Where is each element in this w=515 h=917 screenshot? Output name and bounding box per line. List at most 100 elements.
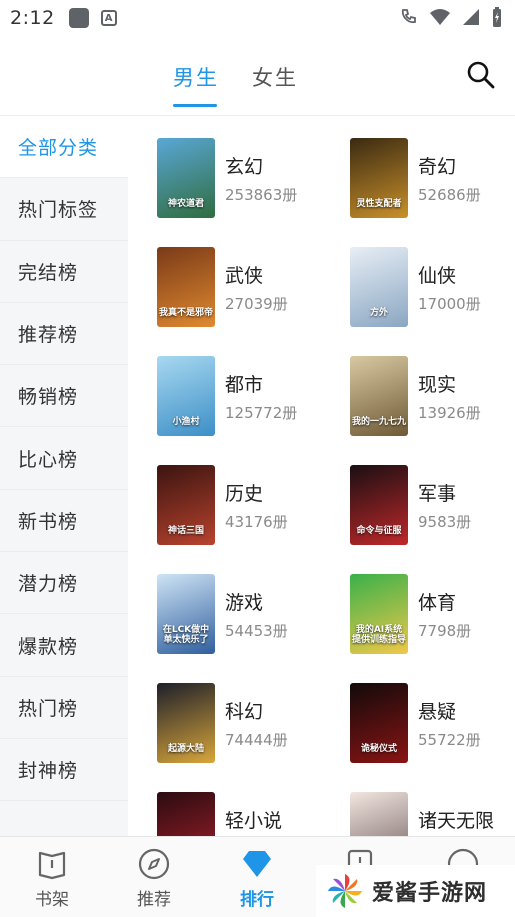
wifi-call-icon xyxy=(401,9,416,24)
book-cover xyxy=(157,792,215,836)
side-item-heart[interactable]: 比心榜 xyxy=(0,427,128,490)
nav-bookshelf[interactable]: 书架 xyxy=(12,847,92,913)
category-name: 武侠 xyxy=(225,265,264,287)
category-name: 悬疑 xyxy=(418,701,457,723)
category-name: 科幻 xyxy=(225,701,264,723)
category-card[interactable]: 神话三国 历史 43176册 xyxy=(157,465,337,550)
side-item-all-categories[interactable]: 全部分类 xyxy=(0,116,128,179)
category-count: 55722册 xyxy=(418,731,481,749)
cover-title: 命令与征服 xyxy=(356,526,402,537)
category-count: 17000册 xyxy=(418,295,481,313)
category-count: 27039册 xyxy=(225,295,288,313)
nav-ranking[interactable]: 排行 xyxy=(217,847,297,913)
category-name: 都市 xyxy=(225,374,264,396)
book-cover: 神话三国 xyxy=(157,465,215,545)
watermark: 爱酱手游网 xyxy=(316,865,515,917)
category-name: 轻小说 xyxy=(225,810,283,832)
category-count: 125772册 xyxy=(225,404,298,422)
watermark-text: 爱酱手游网 xyxy=(372,881,488,906)
side-item-recommended[interactable]: 推荐榜 xyxy=(0,303,128,366)
diamond-icon xyxy=(243,851,271,877)
category-grid: 神农道君 玄幻 253863册 灵性支配者 奇幻 52686册 我真不是邪帝 武… xyxy=(128,116,515,836)
gender-tab-bar: 男生 女生 xyxy=(0,36,515,116)
cover-title: 小渔村 xyxy=(172,417,200,428)
cover-title: 起源大陆 xyxy=(167,744,204,755)
category-card[interactable]: 神农道君 玄幻 253863册 xyxy=(157,138,337,223)
tab-female[interactable]: 女生 xyxy=(252,62,298,92)
status-time: 2:12 xyxy=(10,7,55,29)
side-item-legend[interactable]: 封神榜 xyxy=(0,739,128,802)
cover-title: 灵性支配者 xyxy=(356,199,402,210)
compass-icon xyxy=(138,848,170,880)
status-bar: 2:12 A xyxy=(0,0,515,36)
nav-recommend[interactable]: 推荐 xyxy=(114,847,194,913)
side-item-bestseller[interactable]: 畅销榜 xyxy=(0,365,128,428)
side-item-hot-tags[interactable]: 热门标签 xyxy=(0,178,128,241)
category-name: 玄幻 xyxy=(225,156,264,178)
category-count: 253863册 xyxy=(225,186,298,204)
category-card[interactable]: 诸天无限 xyxy=(350,792,515,836)
category-card[interactable]: 起源大陆 科幻 74444册 xyxy=(157,683,337,768)
app-notification-icon xyxy=(68,8,89,28)
side-item-new-books[interactable]: 新书榜 xyxy=(0,490,128,553)
category-card[interactable]: 方外 仙侠 17000册 xyxy=(350,247,515,332)
category-count: 9583册 xyxy=(418,513,472,531)
cover-title: 我的一九七九 xyxy=(352,417,407,428)
category-card[interactable]: 小渔村 都市 125772册 xyxy=(157,356,337,441)
cover-title: 神农道君 xyxy=(167,199,204,210)
category-card[interactable]: 诡秘仪式 悬疑 55722册 xyxy=(350,683,515,768)
pinwheel-logo-icon xyxy=(328,874,362,908)
status-icons xyxy=(399,6,503,28)
category-name: 游戏 xyxy=(225,592,264,614)
battery-icon xyxy=(493,7,501,27)
category-count: 13926册 xyxy=(418,404,481,422)
book-cover: 命令与征服 xyxy=(350,465,408,545)
side-item-potential[interactable]: 潜力榜 xyxy=(0,552,128,615)
category-card[interactable]: 灵性支配者 奇幻 52686册 xyxy=(350,138,515,223)
ranking-side-menu: 全部分类 热门标签 完结榜 推荐榜 畅销榜 比心榜 新书榜 潜力榜 爆款榜 热门… xyxy=(0,116,128,836)
book-cover xyxy=(350,792,408,836)
book-cover: 灵性支配者 xyxy=(350,138,408,218)
book-cover: 诡秘仪式 xyxy=(350,683,408,763)
category-count: 74444册 xyxy=(225,731,288,749)
nav-label: 书架 xyxy=(35,890,69,910)
cover-title: 在LCK做中单太快乐了 xyxy=(162,625,210,646)
category-count: 52686册 xyxy=(418,186,481,204)
cover-title: 方外 xyxy=(369,308,388,319)
cover-title: 神话三国 xyxy=(167,526,204,537)
category-name: 奇幻 xyxy=(418,156,457,178)
category-name: 军事 xyxy=(418,483,457,505)
wifi-icon xyxy=(430,9,450,25)
side-item-viral[interactable]: 爆款榜 xyxy=(0,614,128,677)
category-card[interactable]: 我的AI系统提供训练指导 体育 7798册 xyxy=(350,574,515,659)
category-card[interactable]: 我真不是邪帝 武侠 27039册 xyxy=(157,247,337,332)
category-name: 诸天无限 xyxy=(418,810,495,832)
active-tab-indicator xyxy=(173,104,217,107)
category-card[interactable]: 我的一九七九 现实 13926册 xyxy=(350,356,515,441)
category-card[interactable]: 轻小说 xyxy=(157,792,337,836)
side-item-completed[interactable]: 完结榜 xyxy=(0,241,128,303)
category-name: 现实 xyxy=(418,374,457,396)
category-name: 仙侠 xyxy=(418,265,457,287)
side-item-hot[interactable]: 热门榜 xyxy=(0,677,128,739)
nav-label: 推荐 xyxy=(137,890,171,910)
category-name: 历史 xyxy=(225,483,264,505)
category-count: 54453册 xyxy=(225,622,288,640)
cover-title: 诡秘仪式 xyxy=(360,744,397,755)
cover-title: 我的AI系统提供训练指导 xyxy=(352,625,407,646)
search-icon[interactable] xyxy=(466,60,496,90)
book-cover: 我真不是邪帝 xyxy=(157,247,215,327)
nav-label: 排行 xyxy=(240,890,274,910)
category-name: 体育 xyxy=(418,592,457,614)
book-cover: 方外 xyxy=(350,247,408,327)
book-icon xyxy=(38,851,66,880)
cover-title: 我真不是邪帝 xyxy=(159,308,214,319)
tab-male[interactable]: 男生 xyxy=(173,62,219,92)
book-cover: 小渔村 xyxy=(157,356,215,436)
book-cover: 我的AI系统提供训练指导 xyxy=(350,574,408,654)
category-card[interactable]: 在LCK做中单太快乐了 游戏 54453册 xyxy=(157,574,337,659)
book-cover: 起源大陆 xyxy=(157,683,215,763)
category-card[interactable]: 命令与征服 军事 9583册 xyxy=(350,465,515,550)
text-notification-icon: A xyxy=(100,10,117,26)
book-cover: 在LCK做中单太快乐了 xyxy=(157,574,215,654)
